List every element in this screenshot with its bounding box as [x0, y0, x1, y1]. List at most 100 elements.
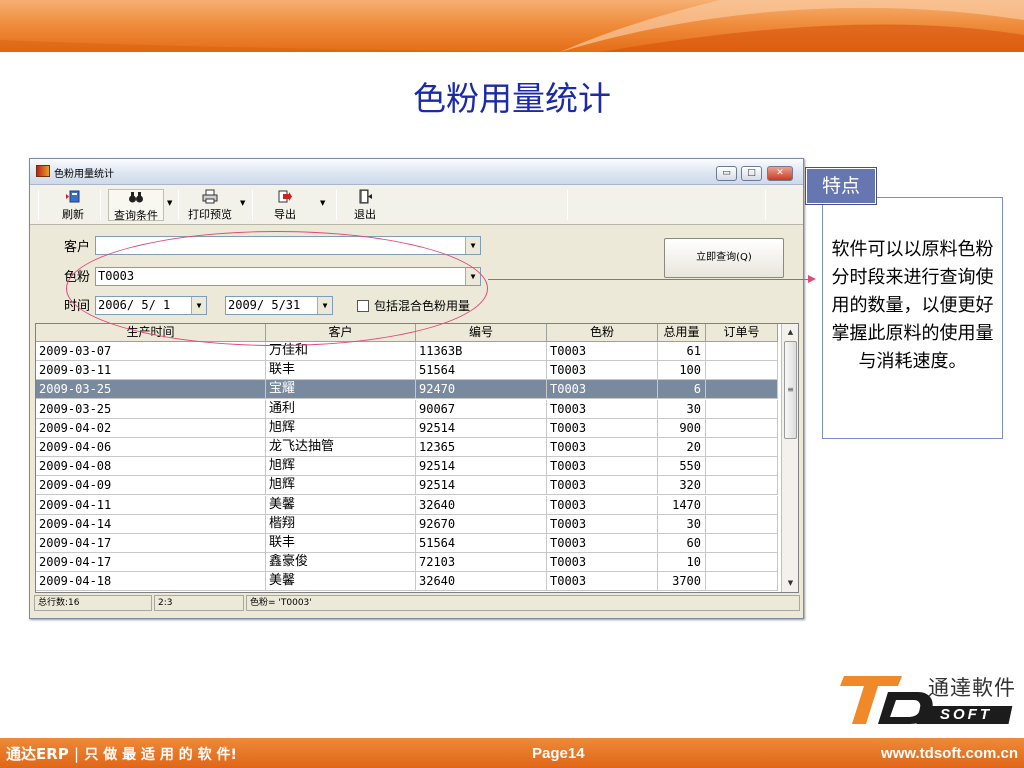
table-row[interactable]: 2009-03-25 宝耀 92470 T0003 6 — [36, 380, 778, 400]
table-cell: T0003 — [547, 342, 658, 361]
table-row[interactable]: 2009-04-08 旭辉 92514 T0003 550 — [36, 457, 778, 477]
scroll-thumb[interactable]: ≡ — [784, 341, 797, 439]
close-button[interactable]: ✕ — [767, 166, 793, 181]
table-row[interactable]: 2009-04-18 美馨 32640 T0003 3700 — [36, 572, 778, 592]
arrow-right-icon — [808, 275, 816, 283]
status-position: 2:3 — [154, 595, 244, 611]
maximize-button[interactable]: □ — [741, 166, 762, 181]
table-cell: 320 — [658, 476, 706, 496]
table-cell: 联丰 — [266, 534, 416, 553]
table-cell: 2009-03-07 — [36, 342, 266, 361]
export-dropdown-arrow[interactable]: ▼ — [320, 199, 325, 207]
export-label: 导出 — [274, 208, 296, 221]
scroll-down-arrow-icon[interactable]: ▼ — [783, 576, 798, 591]
table-row[interactable]: 2009-03-07 万佳和 11363B T0003 61 — [36, 342, 778, 361]
table-cell: 6 — [658, 380, 706, 400]
table-cell: 92514 — [416, 476, 547, 496]
table-cell: 旭辉 — [266, 476, 416, 496]
highlight-ellipse — [66, 231, 488, 346]
table-cell: 51564 — [416, 361, 547, 381]
table-cell: 鑫豪俊 — [266, 553, 416, 573]
toolbar-separator — [567, 190, 568, 220]
table-cell: 92670 — [416, 514, 547, 534]
table-cell: 30 — [658, 399, 706, 419]
toolbar: 刷新 查询条件 ▼ 打印预览 ▼ 导出 ▼ 退出 — [30, 185, 803, 225]
table-row[interactable]: 2009-04-17 联丰 51564 T0003 60 — [36, 534, 778, 553]
col-header-total-usage[interactable]: 总用量 — [658, 324, 706, 342]
table-row[interactable]: 2009-04-06 龙飞达抽管 12365 T0003 20 — [36, 438, 778, 457]
query-now-button[interactable]: 立即查询(Q) — [664, 238, 784, 278]
table-cell: 60 — [658, 534, 706, 553]
toolbar-separator — [336, 190, 337, 220]
exit-door-icon — [359, 189, 372, 204]
table-cell — [706, 418, 778, 438]
feature-tag: 特点 — [805, 167, 877, 205]
exit-button[interactable]: 退出 — [350, 189, 380, 221]
chevron-down-icon[interactable]: ▼ — [465, 237, 480, 254]
table-cell: 2009-04-09 — [36, 476, 266, 496]
status-bar: 总行数:16 2:3 色粉= 'T0003' — [34, 595, 800, 612]
app-icon — [36, 165, 50, 177]
table-cell — [706, 399, 778, 419]
table-cell — [706, 380, 778, 400]
table-cell: T0003 — [547, 495, 658, 515]
export-icon — [278, 190, 292, 203]
footer-brand: 通达ERP | 只 做 最 适 用 的 软 件! — [6, 745, 237, 763]
table-row[interactable]: 2009-04-09 旭辉 92514 T0003 320 — [36, 476, 778, 496]
table-cell: 30 — [658, 514, 706, 534]
table-row[interactable]: 2009-03-25 通利 90067 T0003 30 — [36, 399, 778, 419]
table-cell — [706, 476, 778, 496]
binoculars-icon — [129, 192, 143, 203]
table-cell: 100 — [658, 361, 706, 381]
feature-text: 软件可以以原料色粉分时段来进行查询使用的数量，以便更好掌握此原料的使用量与消耗速… — [831, 239, 994, 372]
refresh-label: 刷新 — [62, 208, 84, 221]
table-row[interactable]: 2009-03-11 联丰 51564 T0003 100 — [36, 361, 778, 381]
table-cell: 联丰 — [266, 361, 416, 381]
table-row[interactable]: 2009-04-14 楷翔 92670 T0003 30 — [36, 514, 778, 534]
table-cell: T0003 — [547, 399, 658, 419]
table-cell: T0003 — [547, 476, 658, 496]
minimize-button[interactable]: ▭ — [716, 166, 737, 181]
table-cell: 美馨 — [266, 495, 416, 515]
export-button[interactable]: 导出 — [270, 189, 300, 221]
footer-page-number: Page14 — [532, 745, 585, 762]
vertical-scrollbar[interactable]: ▲ ≡ ▼ — [781, 324, 798, 592]
query-conditions-button[interactable]: 查询条件 — [108, 189, 164, 222]
toolbar-separator — [252, 190, 253, 220]
footer-bar: 通达ERP | 只 做 最 适 用 的 软 件! Page14 www.tdso… — [0, 738, 1024, 768]
top-decorative-band — [0, 0, 1024, 52]
app-window: 色粉用量统计 ▭ □ ✕ 刷新 查询条件 ▼ 打印预览 ▼ 导出 ▼ 退出 客户… — [29, 158, 804, 619]
table-cell: 龙飞达抽管 — [266, 438, 416, 457]
table-cell: T0003 — [547, 553, 658, 573]
table-cell: 2009-03-25 — [36, 380, 266, 400]
table-row[interactable]: 2009-04-02 旭辉 92514 T0003 900 — [36, 418, 778, 438]
table-cell: 美馨 — [266, 572, 416, 592]
feature-description-box: 软件可以以原料色粉分时段来进行查询使用的数量，以便更好掌握此原料的使用量与消耗速… — [822, 197, 1003, 439]
scroll-up-arrow-icon[interactable]: ▲ — [783, 325, 798, 340]
table-cell: 2009-04-18 — [36, 572, 266, 592]
table-cell: 51564 — [416, 534, 547, 553]
table-cell: 通利 — [266, 399, 416, 419]
table-cell — [706, 361, 778, 381]
print-preview-dropdown-arrow[interactable]: ▼ — [240, 199, 245, 207]
results-grid: 生产时间 客户 编号 色粉 总用量 订单号 2009-03-07 万佳和 11363B T000… — [35, 323, 799, 593]
print-preview-button[interactable]: 打印预览 — [185, 189, 235, 221]
window-title: 色粉用量统计 — [54, 169, 114, 180]
logo-soft-text: SOFT — [940, 706, 992, 723]
col-header-code[interactable]: 编号 — [416, 324, 547, 342]
table-cell: T0003 — [547, 438, 658, 457]
customer-label: 客户 — [64, 240, 91, 255]
slide: 色粉用量统计 色粉用量统计 ▭ □ ✕ 刷新 查询条件 ▼ 打印预览 ▼ 导出 … — [0, 0, 1024, 768]
table-row[interactable]: 2009-04-17 鑫豪俊 72103 T0003 10 — [36, 553, 778, 573]
col-header-powder[interactable]: 色粉 — [547, 324, 658, 342]
table-cell: 2009-04-11 — [36, 495, 266, 515]
toolbar-separator — [100, 190, 101, 220]
table-row[interactable]: 2009-04-11 美馨 32640 T0003 1470 — [36, 495, 778, 515]
company-logo: 通達軟件 SOFT — [832, 670, 1022, 730]
table-cell: 楷翔 — [266, 514, 416, 534]
col-header-order-no[interactable]: 订单号 — [706, 324, 778, 342]
window-titlebar[interactable]: 色粉用量统计 ▭ □ ✕ — [30, 159, 803, 185]
query-conditions-dropdown-arrow[interactable]: ▼ — [167, 199, 172, 207]
table-cell: 92470 — [416, 380, 547, 400]
refresh-button[interactable]: 刷新 — [56, 189, 90, 221]
